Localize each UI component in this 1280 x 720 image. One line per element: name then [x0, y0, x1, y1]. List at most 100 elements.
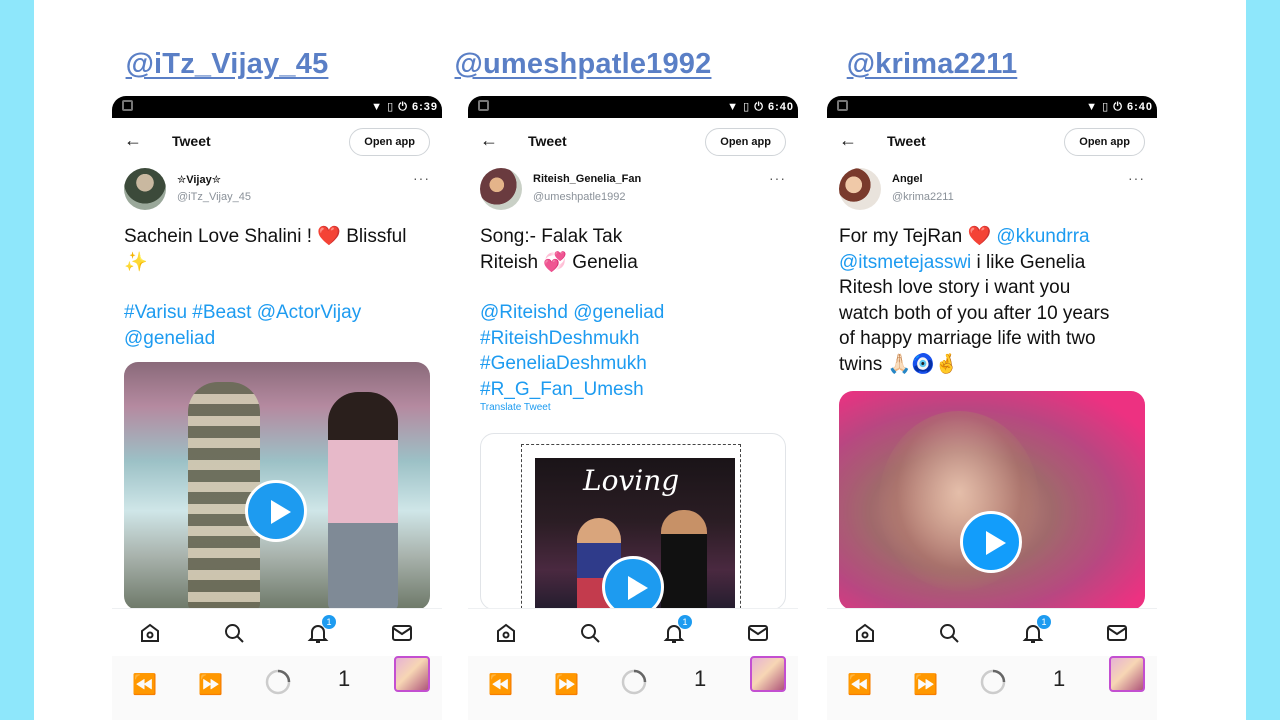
loading-icon [621, 669, 647, 695]
loading-icon [265, 669, 291, 695]
status-right: ▼ ▯ ⏻ 6:40 [1086, 101, 1153, 113]
tweet-hashtag[interactable]: #GeneliaDeshmukh [480, 351, 792, 377]
video-thumbnail[interactable] [839, 391, 1145, 610]
phone-screen-1: ▼ ▯ ⏻ 6:39 ← Tweet Open app ✮Vijay✮ @iTz… [112, 96, 442, 720]
author-name[interactable]: ✮Vijay✮ [177, 173, 221, 186]
tweet-text-segment: For my TejRan ❤️ [839, 226, 997, 247]
notifications-tab[interactable]: 1 [1021, 615, 1051, 645]
tweet-line: @itsmetejasswi i like Genelia [839, 250, 1151, 276]
play-icon[interactable] [960, 511, 1022, 573]
notifications-tab[interactable]: 1 [662, 615, 692, 645]
avatar[interactable] [480, 168, 522, 210]
mail-icon[interactable] [1105, 621, 1129, 645]
author-row: Riteish_Genelia_Fan @umeshpatle1992 ··· [480, 168, 786, 212]
forward-icon[interactable]: ⏩ [198, 672, 223, 697]
back-arrow-icon[interactable]: ← [480, 130, 498, 151]
more-options-icon[interactable]: ··· [1128, 170, 1145, 186]
page-title: Tweet [887, 133, 926, 149]
rewind-icon[interactable]: ⏪ [488, 672, 513, 697]
author-handle[interactable]: @iTz_Vijay_45 [177, 191, 251, 203]
tweet-line: Song:- Falak Tak [480, 226, 623, 247]
tweet-hashtags[interactable]: #Varisu #Beast @ActorVijay [124, 300, 436, 326]
caption-handle[interactable]: @umeshpatle1992 [408, 48, 758, 81]
tweet-mentions[interactable]: @Riteishd @geneliad [480, 300, 792, 326]
video-thumbnail[interactable]: Loving [480, 433, 786, 610]
rewind-icon[interactable]: ⏪ [847, 672, 872, 697]
profile-thumbnail[interactable] [750, 656, 786, 692]
browser-toolbar: ⏪ ⏩ 1 [468, 656, 798, 720]
forward-icon[interactable]: ⏩ [554, 672, 579, 697]
tweet-mention[interactable]: @itsmetejasswi [839, 252, 971, 273]
status-bar: ▼ ▯ ⏻ 6:40 [827, 96, 1157, 118]
notification-icon [478, 100, 489, 111]
tweet-hashtag[interactable]: #R_G_Fan_Umesh [480, 377, 792, 403]
mail-icon[interactable] [390, 621, 414, 645]
tweet-line: Riteish 💞 Genelia [480, 251, 638, 273]
play-icon[interactable] [245, 480, 307, 542]
avatar[interactable] [839, 168, 881, 210]
status-bar: ▼ ▯ ⏻ 6:39 [112, 96, 442, 118]
tweet-line: of happy marriage life with two [839, 328, 1096, 349]
open-app-button[interactable]: Open app [1064, 128, 1145, 156]
search-icon[interactable] [222, 621, 246, 645]
video-thumbnail[interactable] [124, 362, 430, 610]
notification-badge: 1 [1037, 615, 1051, 629]
home-icon[interactable] [494, 621, 518, 645]
tweet-line: Ritesh love story i want you [839, 277, 1071, 298]
tweet-text: Song:- Falak Tak Riteish 💞 Genelia @Rite… [480, 224, 792, 414]
tweet-line: twins 🙏🏻🧿🤞 [839, 353, 959, 375]
search-icon[interactable] [937, 621, 961, 645]
person-figure [661, 510, 707, 609]
mail-icon[interactable] [746, 621, 770, 645]
notification-badge: 1 [322, 615, 336, 629]
back-arrow-icon[interactable]: ← [124, 130, 142, 151]
home-icon[interactable] [853, 621, 877, 645]
tweet-mention[interactable]: @geneliad [124, 326, 436, 352]
author-handle[interactable]: @krima2211 [892, 191, 954, 203]
author-name[interactable]: Riteish_Genelia_Fan [533, 173, 641, 185]
caption-handle[interactable]: @iTz_Vijay_45 [52, 48, 402, 81]
home-icon[interactable] [138, 621, 162, 645]
search-icon[interactable] [578, 621, 602, 645]
column-1: @iTz_Vijay_45 ▼ ▯ ⏻ 6:39 ← Tweet Open ap… [112, 0, 452, 720]
tweet-text: Sachein Love Shalini ! ❤️ Blissful ✨ #Va… [124, 224, 436, 351]
open-app-button[interactable]: Open app [349, 128, 430, 156]
column-3: @krima2211 ▼ ▯ ⏻ 6:40 ← Tweet Open app A… [827, 0, 1167, 720]
author-row: ✮Vijay✮ @iTz_Vijay_45 ··· [124, 168, 430, 212]
more-options-icon[interactable]: ··· [769, 170, 786, 186]
profile-thumbnail[interactable] [394, 656, 430, 692]
page-title: Tweet [172, 133, 211, 149]
tab-count[interactable]: 1 [694, 666, 706, 692]
forward-icon[interactable]: ⏩ [913, 672, 938, 697]
tweet-hashtag[interactable]: #RiteishDeshmukh [480, 326, 792, 352]
caption-handle[interactable]: @krima2211 [757, 48, 1107, 81]
avatar[interactable] [124, 168, 166, 210]
profile-thumbnail[interactable] [1109, 656, 1145, 692]
tweet-mention[interactable]: @kkundrra [996, 226, 1089, 247]
author-handle[interactable]: @umeshpatle1992 [533, 191, 626, 203]
browser-toolbar: ⏪ ⏩ 1 [827, 656, 1157, 720]
notification-badge: 1 [678, 615, 692, 629]
tab-count[interactable]: 1 [1053, 666, 1065, 692]
author-row: Angel @krima2211 ··· [839, 168, 1145, 212]
tweet-header: ← Tweet Open app [468, 128, 798, 158]
tweet-line: ✨ [124, 251, 148, 273]
page-title: Tweet [528, 133, 567, 149]
rewind-icon[interactable]: ⏪ [132, 672, 157, 697]
translate-link[interactable]: Translate Tweet [480, 402, 792, 414]
tweet-header: ← Tweet Open app [827, 128, 1157, 158]
person-figure [328, 392, 398, 610]
back-arrow-icon[interactable]: ← [839, 130, 857, 151]
tweet-text: For my TejRan ❤️ @kkundrra @itsmetejassw… [839, 224, 1151, 377]
more-options-icon[interactable]: ··· [413, 170, 430, 186]
tab-count[interactable]: 1 [338, 666, 350, 692]
tweet-line: Sachein Love Shalini ! ❤️ Blissful [124, 226, 407, 247]
play-icon[interactable] [602, 556, 664, 609]
notifications-tab[interactable]: 1 [306, 615, 336, 645]
notification-icon [122, 100, 133, 111]
status-bar: ▼ ▯ ⏻ 6:40 [468, 96, 798, 118]
author-name[interactable]: Angel [892, 173, 923, 185]
column-2: @umeshpatle1992 ▼ ▯ ⏻ 6:40 ← Tweet Open … [455, 0, 808, 720]
open-app-button[interactable]: Open app [705, 128, 786, 156]
status-right: ▼ ▯ ⏻ 6:39 [371, 101, 438, 113]
